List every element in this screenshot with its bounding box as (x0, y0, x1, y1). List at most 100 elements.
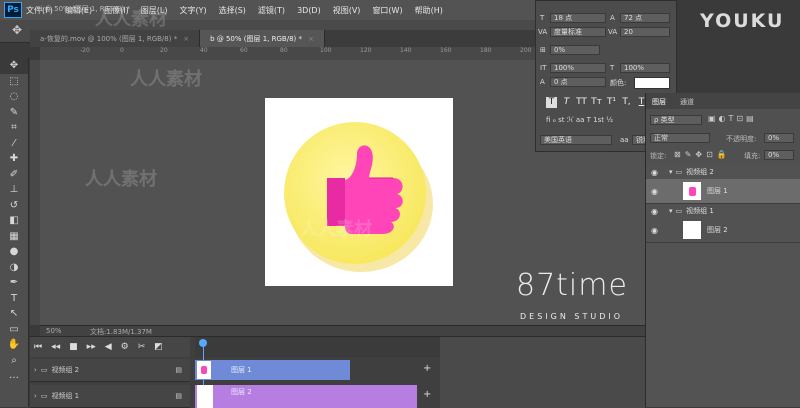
crop-tool-icon[interactable]: ⌗ (0, 120, 28, 136)
pen-tool-icon[interactable]: ✒ (0, 275, 28, 291)
watermark-text: 人人素材 (95, 9, 167, 30)
layer-filter-select[interactable]: ρ 类型 (650, 115, 702, 125)
small-caps-button[interactable]: Tт (591, 97, 602, 108)
kerning-field[interactable]: 度量标准 (550, 27, 606, 37)
layer-row[interactable]: ◉ 图层 1 (646, 179, 800, 204)
video-clip[interactable]: 图层 1 (195, 360, 350, 380)
tab-layers[interactable]: 图层 (652, 97, 666, 107)
expand-icon[interactable]: ▾ (669, 207, 673, 215)
playhead[interactable] (199, 339, 207, 347)
all-caps-button[interactable]: TT (576, 97, 587, 108)
close-icon[interactable]: × (183, 35, 189, 43)
expand-icon[interactable]: › (34, 392, 37, 400)
gradient-tool-icon[interactable]: ▦ (0, 229, 28, 245)
video-clip[interactable]: 图层 2 (195, 385, 417, 408)
vertical-scale-field[interactable]: 100% (550, 63, 606, 73)
first-frame-icon[interactable]: ⏮ (34, 342, 42, 352)
lock-icons[interactable]: ⊠✎✥⊡🔒 (674, 150, 731, 159)
audio-icon[interactable]: ◀ (105, 342, 112, 352)
hand-tool-icon[interactable]: ✋ (0, 337, 28, 353)
menu-window[interactable]: 窗口(W) (372, 5, 402, 16)
path-select-icon[interactable]: ↖ (0, 306, 28, 322)
film-icon[interactable]: ▤ (175, 366, 182, 374)
lasso-tool-icon[interactable]: ◌ (0, 89, 28, 105)
expand-icon[interactable]: › (34, 366, 37, 374)
split-icon[interactable]: ✂ (138, 342, 146, 352)
close-icon[interactable]: × (308, 35, 314, 43)
film-icon[interactable]: ▤ (175, 392, 182, 400)
add-media-icon[interactable]: + (423, 389, 431, 400)
tracking-field[interactable]: 20 (620, 27, 670, 37)
tab-label: b @ 50% (图层 1, RGB/8) * (210, 34, 302, 43)
history-brush-icon[interactable]: ↺ (0, 198, 28, 214)
layer-group-row[interactable]: ◉ ▾ ▭ 视频组 2 (646, 165, 800, 180)
leading-field[interactable]: 72 点 (620, 13, 670, 23)
eye-icon[interactable]: ◉ (651, 187, 663, 196)
dodge-tool-icon[interactable]: ◑ (0, 260, 28, 276)
layer-name: 图层 1 (707, 187, 728, 195)
move-tool-icon[interactable]: ✥ (12, 23, 22, 37)
layer-group-row[interactable]: ◉ ▾ ▭ 视频组 1 (646, 204, 800, 219)
marquee-tool-icon[interactable]: ⬚ (0, 74, 28, 90)
expand-icon[interactable]: ▾ (669, 168, 673, 176)
filter-icons[interactable]: ▣◐T⊡▤ (708, 114, 757, 123)
more-tools-icon[interactable]: … (0, 368, 28, 384)
move-tool-icon[interactable]: ✥ (0, 58, 28, 74)
blend-mode-select[interactable]: 正常 (650, 133, 710, 143)
type-tool-icon[interactable]: T (0, 291, 28, 307)
layer-thumbnail (683, 221, 701, 239)
brush-tool-icon[interactable]: ✐ (0, 167, 28, 183)
superscript-button[interactable]: T¹ (606, 97, 617, 108)
document-canvas[interactable] (265, 98, 453, 286)
transition-icon[interactable]: ◩ (154, 342, 163, 352)
opacity-field[interactable]: 0% (764, 133, 794, 143)
font-size-field[interactable]: 18 点 (550, 13, 606, 23)
watermark-text: 人人素材 (85, 169, 157, 190)
subscript-button[interactable]: T, (621, 97, 632, 108)
menu-3d[interactable]: 3D(D) (297, 6, 321, 15)
timeline-track[interactable]: › ▭ 视频组 1 ▤ (30, 385, 190, 408)
eye-icon[interactable]: ◉ (651, 207, 663, 216)
ruler-tick: 200 (520, 47, 532, 54)
settings-icon[interactable]: ⚙ (121, 342, 129, 352)
faux-bold-button[interactable]: T (546, 97, 557, 108)
menu-help[interactable]: 帮助(H) (415, 5, 443, 16)
previous-frame-icon[interactable]: ◂◂ (51, 342, 60, 352)
next-frame-icon[interactable]: ▸▸ (87, 342, 96, 352)
faux-italic-button[interactable]: T (561, 97, 572, 108)
baseline-field[interactable]: 0 点 (550, 77, 606, 87)
stop-icon[interactable]: ■ (69, 342, 78, 352)
menu-view[interactable]: 视图(V) (333, 5, 361, 16)
quick-select-tool-icon[interactable]: ✎ (0, 105, 28, 121)
brand-watermark-subtitle: DESIGN STUDIO (520, 312, 624, 321)
eraser-tool-icon[interactable]: ◧ (0, 213, 28, 229)
eye-icon[interactable]: ◉ (651, 226, 663, 235)
healing-tool-icon[interactable]: ✚ (0, 151, 28, 167)
horizontal-scale-field[interactable]: 100% (620, 63, 670, 73)
color-label: 颜色: (610, 79, 627, 87)
menu-filter[interactable]: 滤镜(T) (258, 5, 285, 16)
language-select[interactable]: 美国英语 (540, 135, 612, 145)
layer-row[interactable]: ◉ 图层 2 (646, 218, 800, 243)
folder-icon: ▭ (40, 366, 48, 374)
zoom-level[interactable]: 50% (46, 327, 62, 335)
blur-tool-icon[interactable]: ● (0, 244, 28, 260)
rectangle-tool-icon[interactable]: ▭ (0, 322, 28, 338)
tab-document-a[interactable]: a-恢复的.mov @ 100% (图层 1, RGB/8) * × (30, 30, 201, 47)
add-media-icon[interactable]: + (423, 363, 431, 374)
stamp-tool-icon[interactable]: ⊥ (0, 182, 28, 198)
eye-icon[interactable]: ◉ (651, 168, 663, 177)
menu-type[interactable]: 文字(Y) (179, 5, 206, 16)
ligature-icons[interactable]: fi ℴ st ℋ aa T 1st ½ (546, 116, 613, 124)
menu-select[interactable]: 选择(S) (219, 5, 246, 16)
scale-field[interactable]: 0% (550, 45, 600, 55)
zoom-tool-icon[interactable]: ⌕ (0, 353, 28, 369)
timeline-track[interactable]: › ▭ 视频组 2 ▤ (30, 359, 190, 382)
tab-channels[interactable]: 通道 (680, 97, 694, 107)
tab-document-b[interactable]: b @ 50% (图层 1, RGB/8) * × (200, 30, 325, 47)
text-color-swatch[interactable] (634, 77, 670, 89)
timeline-controls: ⏮ ◂◂ ■ ▸▸ ◀ ⚙ ✂ ◩ (30, 337, 190, 357)
ruler-tick: 140 (400, 47, 412, 54)
eyedropper-tool-icon[interactable]: ⁄ (0, 136, 28, 152)
fill-field[interactable]: 0% (764, 150, 794, 160)
